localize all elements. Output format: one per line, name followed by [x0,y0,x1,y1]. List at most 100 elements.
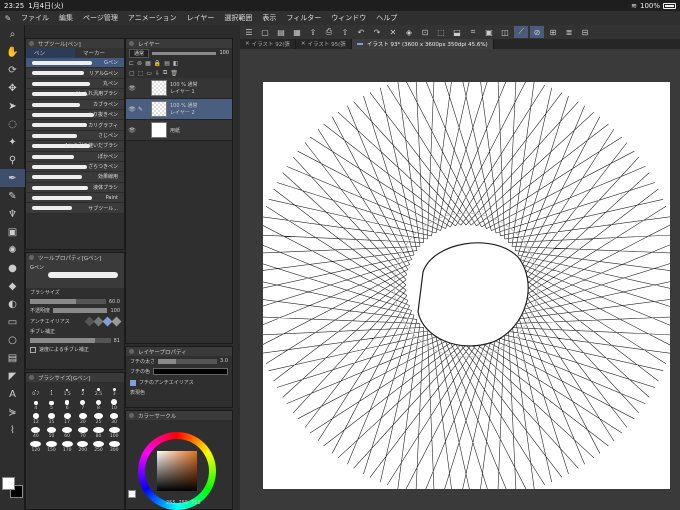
frame-tool-icon[interactable]: ▤ [0,349,25,367]
grid-settings-icon[interactable]: ⊟ [578,26,592,38]
tab-illust-92[interactable]: ✕ イラスト 92(張 [240,39,296,49]
drawing-canvas[interactable] [251,70,680,500]
brush-size-cell[interactable]: 12 [29,413,43,425]
crop-icon[interactable]: ⌗ [466,26,480,38]
border-width-slider[interactable] [158,358,218,364]
brush-size-row[interactable]: ブラシサイズ [26,288,124,297]
menu-filter[interactable]: フィルター [281,13,326,23]
correct-line-icon[interactable]: ⌇ [0,421,25,439]
deselect-icon[interactable]: ⬚ [434,26,448,38]
app-logo-icon[interactable]: ✎ [0,11,16,25]
special-ruler-icon[interactable]: ⊘ [530,26,544,38]
stabilization-slider-row[interactable]: 81 [26,336,124,345]
brush-size-cell[interactable]: 20 [76,413,90,425]
pencil-tool-icon[interactable]: ✎ [0,187,25,205]
blend-mode-select[interactable]: 通常 [129,48,150,58]
brush-size-cell[interactable]: 10 [107,399,121,411]
menu-help[interactable]: ヘルプ [371,13,402,23]
brush-size-cell[interactable]: 150 [45,441,59,453]
brush-item[interactable]: Aから引き継いだブラシ [26,141,124,152]
border-color-swatch[interactable] [153,368,228,375]
new-folder-icon[interactable]: ▭ [146,70,152,77]
expression-color-row[interactable]: 表現色 [126,388,232,397]
invert-selection-icon[interactable]: ⬓ [450,26,464,38]
brush-item[interactable]: カリグラフィ [26,120,124,131]
menu-file[interactable]: ファイル [16,13,54,23]
hamburger-icon[interactable]: ☰ [242,26,256,38]
brush-size-cell[interactable]: 15 [45,413,59,425]
brush-size-cell[interactable]: 4 [29,399,43,411]
brush-size-cell[interactable]: 17 [60,413,74,425]
figure-tool-icon[interactable]: ○ [0,331,25,349]
main-color-swatch[interactable] [128,490,136,498]
brush-size-cell[interactable]: 2.5 [92,385,106,397]
brush-size-slider[interactable] [30,299,106,304]
redo-icon[interactable]: ↷ [370,26,384,38]
brush-size-cell[interactable]: 170 [60,441,74,453]
brush-size-slider-row[interactable]: 60.0 [26,297,124,306]
brush-size-cell[interactable]: 1.5 [60,385,74,397]
text-tool-icon[interactable]: A [0,385,25,403]
menu-page[interactable]: ページ管理 [78,13,123,23]
export-icon[interactable]: ⇪ [306,26,320,38]
move-tool-icon[interactable]: ✥ [0,79,25,97]
brush-item[interactable]: サブツール... [26,203,124,214]
share-icon[interactable]: ⇧ [338,26,352,38]
brush-item[interactable]: 丸ペン [26,79,124,90]
grid-icon[interactable]: ⊞ [546,26,560,38]
duplicate-icon[interactable]: ⧉ [163,69,167,77]
border-antialias-checkbox[interactable] [130,379,136,386]
layers-stack-icon[interactable]: ≣ [562,26,576,38]
magic-wand-icon[interactable]: ✦ [0,133,25,151]
gradient-tool-icon[interactable]: ▭ [0,313,25,331]
brush-item[interactable]: さじペン [26,131,124,142]
border-antialias-row[interactable]: フチのアンチエイリアス [126,377,232,388]
brush-size-cell[interactable]: 200 [76,441,90,453]
brush-item[interactable]: 入り抜きペン [26,110,124,121]
tab-close-icon[interactable]: ✕ [301,41,306,47]
brush-size-cell[interactable]: 6 [60,399,74,411]
draft-icon[interactable]: ▦ [145,60,151,67]
undo-icon[interactable]: ↶ [354,26,368,38]
eraser-tool-icon[interactable]: ◆ [0,277,25,295]
brush-item[interactable]: 液体ブラシ [26,183,124,194]
subtool-tab-pen[interactable]: ペン [26,48,75,58]
blend-tool-icon[interactable]: ● [0,259,25,277]
reference-icon[interactable]: ⊚ [137,60,142,67]
brush-size-cell[interactable]: 40 [29,427,43,439]
ruler-tool-icon[interactable]: ◤ [0,367,25,385]
opacity-row[interactable]: 不透明度 100 [26,306,124,315]
pen-tool-icon[interactable]: ✒ [0,169,25,187]
stabilization-slider[interactable] [30,338,111,343]
subtool-tab-marker[interactable]: マーカー [75,48,124,58]
canvas-area[interactable] [240,49,680,510]
brush-size-cell[interactable]: 60 [60,427,74,439]
brush-item[interactable]: ぽかペン [26,152,124,162]
layer-row-1[interactable]: 👁 100 % 通常 レイヤー 1 [126,78,232,99]
hand-tool-icon[interactable]: ✋ [0,43,25,61]
open-icon[interactable]: ▤ [274,26,288,38]
delete-layer-icon[interactable]: 🗑 [170,70,178,77]
new-raster-icon[interactable]: ▢ [129,70,135,77]
decoration-tool-icon[interactable]: ✺ [0,241,25,259]
lock-icon[interactable]: 🔒 [154,60,161,67]
ruler-icon[interactable]: ◫ [498,26,512,38]
eye-icon[interactable]: 👁 [126,85,138,92]
rotate-view-icon[interactable]: ⟳ [0,61,25,79]
eye-icon[interactable]: 👁 [126,106,138,113]
speed-stabilization-row[interactable]: 速度による手ブレ補正 [26,345,124,354]
new-file-icon[interactable]: ▢ [258,26,272,38]
lock-alpha-icon[interactable]: ▤ [164,60,170,67]
brush-item[interactable]: Gペン [26,58,124,69]
tab-close-icon[interactable]: ✕ [245,41,250,47]
perspective-ruler-icon[interactable]: ⟋ [514,26,528,38]
fill-icon[interactable]: ◈ [402,26,416,38]
brush-size-cell[interactable]: 7 [76,399,90,411]
menu-view[interactable]: 表示 [257,13,281,23]
menu-selection[interactable]: 選択範囲 [219,13,257,23]
border-color-row[interactable]: フチの色 [126,366,232,377]
eye-icon[interactable]: 👁 [126,127,138,134]
brush-size-cell[interactable]: 70 [76,427,90,439]
brush-size-cell[interactable]: 50 [45,427,59,439]
eyedropper-icon[interactable]: ⚲ [0,151,25,169]
